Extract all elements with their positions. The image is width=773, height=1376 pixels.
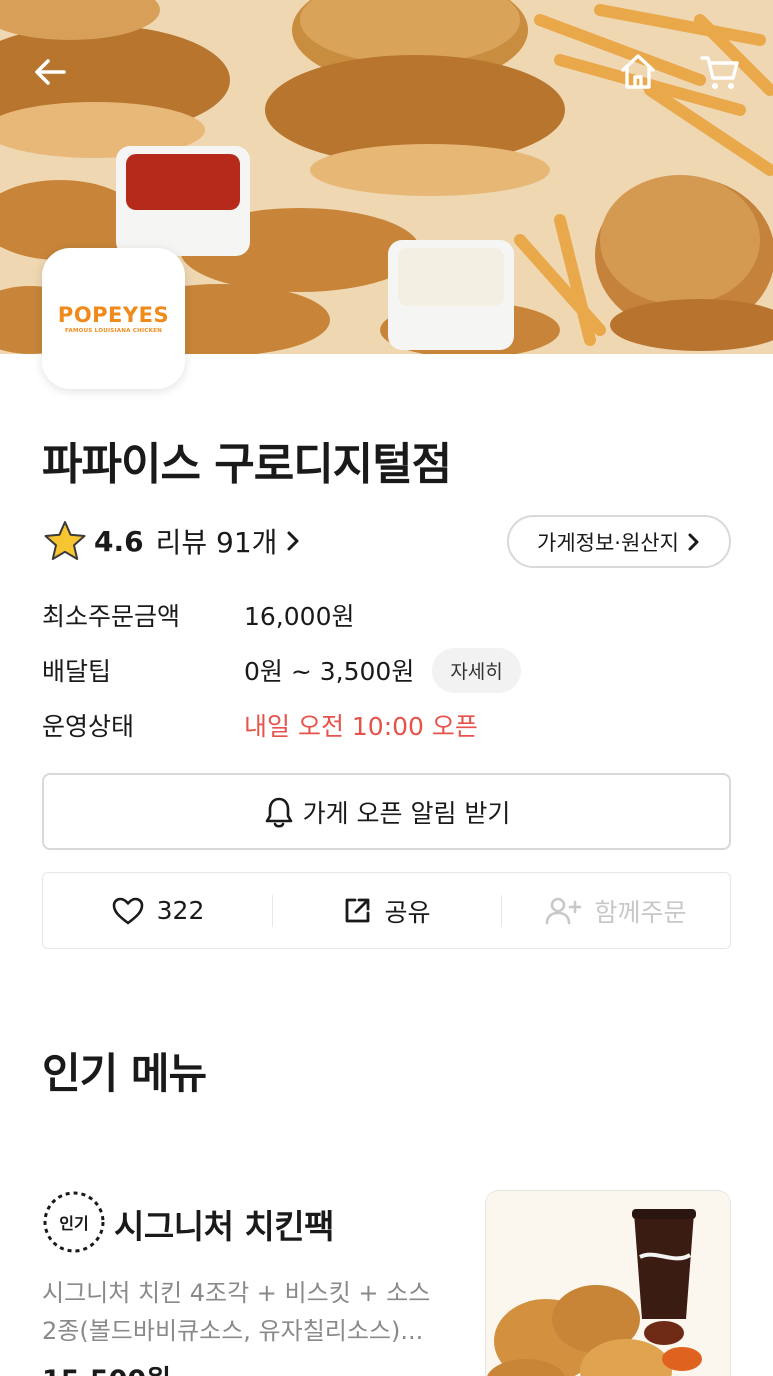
review-link[interactable]: 리뷰 91개 (156, 521, 302, 561)
status-row: 운영상태 내일 오전 10:00 오픈 (42, 705, 478, 745)
like-count: 322 (156, 896, 205, 925)
min-order-value: 16,000원 (244, 602, 355, 631)
home-icon (621, 54, 655, 89)
store-info-button[interactable]: 가게정보·원산지 (507, 515, 731, 568)
star-icon (42, 518, 88, 564)
open-alarm-label: 가게 오픈 알림 받기 (302, 798, 511, 828)
arrow-left-icon (35, 59, 66, 85)
action-bar: 322 공유 함께주문 (42, 872, 731, 949)
menu-item-description-line: 2종(볼드바비큐소스, 유자칠리소스)... (42, 1317, 424, 1345)
bell-icon (263, 795, 295, 829)
popular-badge-label: 인기 (59, 1214, 89, 1233)
menu-item-description-line: 시그니처 치킨 4조각 + 비스킷 + 소스 (42, 1279, 431, 1307)
share-label: 공유 (384, 897, 431, 927)
group-order-label: 함께주문 (594, 897, 687, 927)
menu-item-price: 15,500원 (42, 1358, 171, 1376)
share-button[interactable]: 공유 (272, 873, 501, 948)
chicken-pack-photo (486, 1191, 730, 1376)
store-name: 파파이스 구로디지털점 (42, 439, 452, 490)
min-order-row: 최소주문금액 16,000원 (42, 595, 354, 635)
delivery-tip-value: 0원 ~ 3,500원 (244, 657, 415, 686)
popular-badge: 인기 (42, 1190, 106, 1254)
min-order-label: 최소주문금액 (42, 602, 181, 631)
status-label: 운영상태 (42, 712, 135, 741)
chevron-right-icon (285, 530, 301, 552)
cart-button[interactable] (692, 44, 748, 100)
store-info-label: 가게정보·원산지 (537, 530, 679, 555)
cart-icon (700, 56, 739, 89)
delivery-tip-row: 배달팁 0원 ~ 3,500원 자세히 (42, 647, 521, 693)
chevron-right-icon (687, 532, 701, 552)
menu-item[interactable]: 인기 시그니처 치킨팩 시그니처 치킨 4조각 + 비스킷 + 소스 2종(볼드… (42, 1188, 731, 1376)
menu-item-description: 시그니처 치킨 4조각 + 비스킷 + 소스 2종(볼드바비큐소스, 유자칠리소… (42, 1274, 462, 1350)
menu-item-name: 시그니처 치킨팩 (114, 1207, 335, 1246)
status-value: 내일 오전 10:00 오픈 (244, 712, 478, 741)
menu-item-image (485, 1190, 731, 1376)
add-person-icon (544, 896, 582, 926)
rating-row: 4.6 리뷰 91개 (42, 516, 301, 566)
heart-icon (111, 896, 145, 926)
share-icon (342, 896, 372, 926)
delivery-tip-detail-button[interactable]: 자세히 (432, 647, 521, 693)
back-button[interactable] (22, 44, 78, 100)
delivery-tip-label: 배달팁 (42, 657, 112, 686)
rating-value: 4.6 (94, 524, 144, 558)
open-alarm-button[interactable]: 가게 오픈 알림 받기 (42, 773, 731, 850)
group-order-button[interactable]: 함께주문 (501, 873, 730, 948)
store-logo: POPEYES FAMOUS LOUISIANA CHICKEN (42, 248, 185, 389)
logo-tagline: FAMOUS LOUISIANA CHICKEN (64, 328, 163, 334)
like-button[interactable]: 322 (43, 873, 272, 948)
review-count: 리뷰 91개 (155, 526, 278, 559)
home-button[interactable] (610, 44, 666, 100)
logo-wordmark: POPEYES (57, 303, 170, 327)
popular-menu-title: 인기 메뉴 (42, 1049, 207, 1098)
